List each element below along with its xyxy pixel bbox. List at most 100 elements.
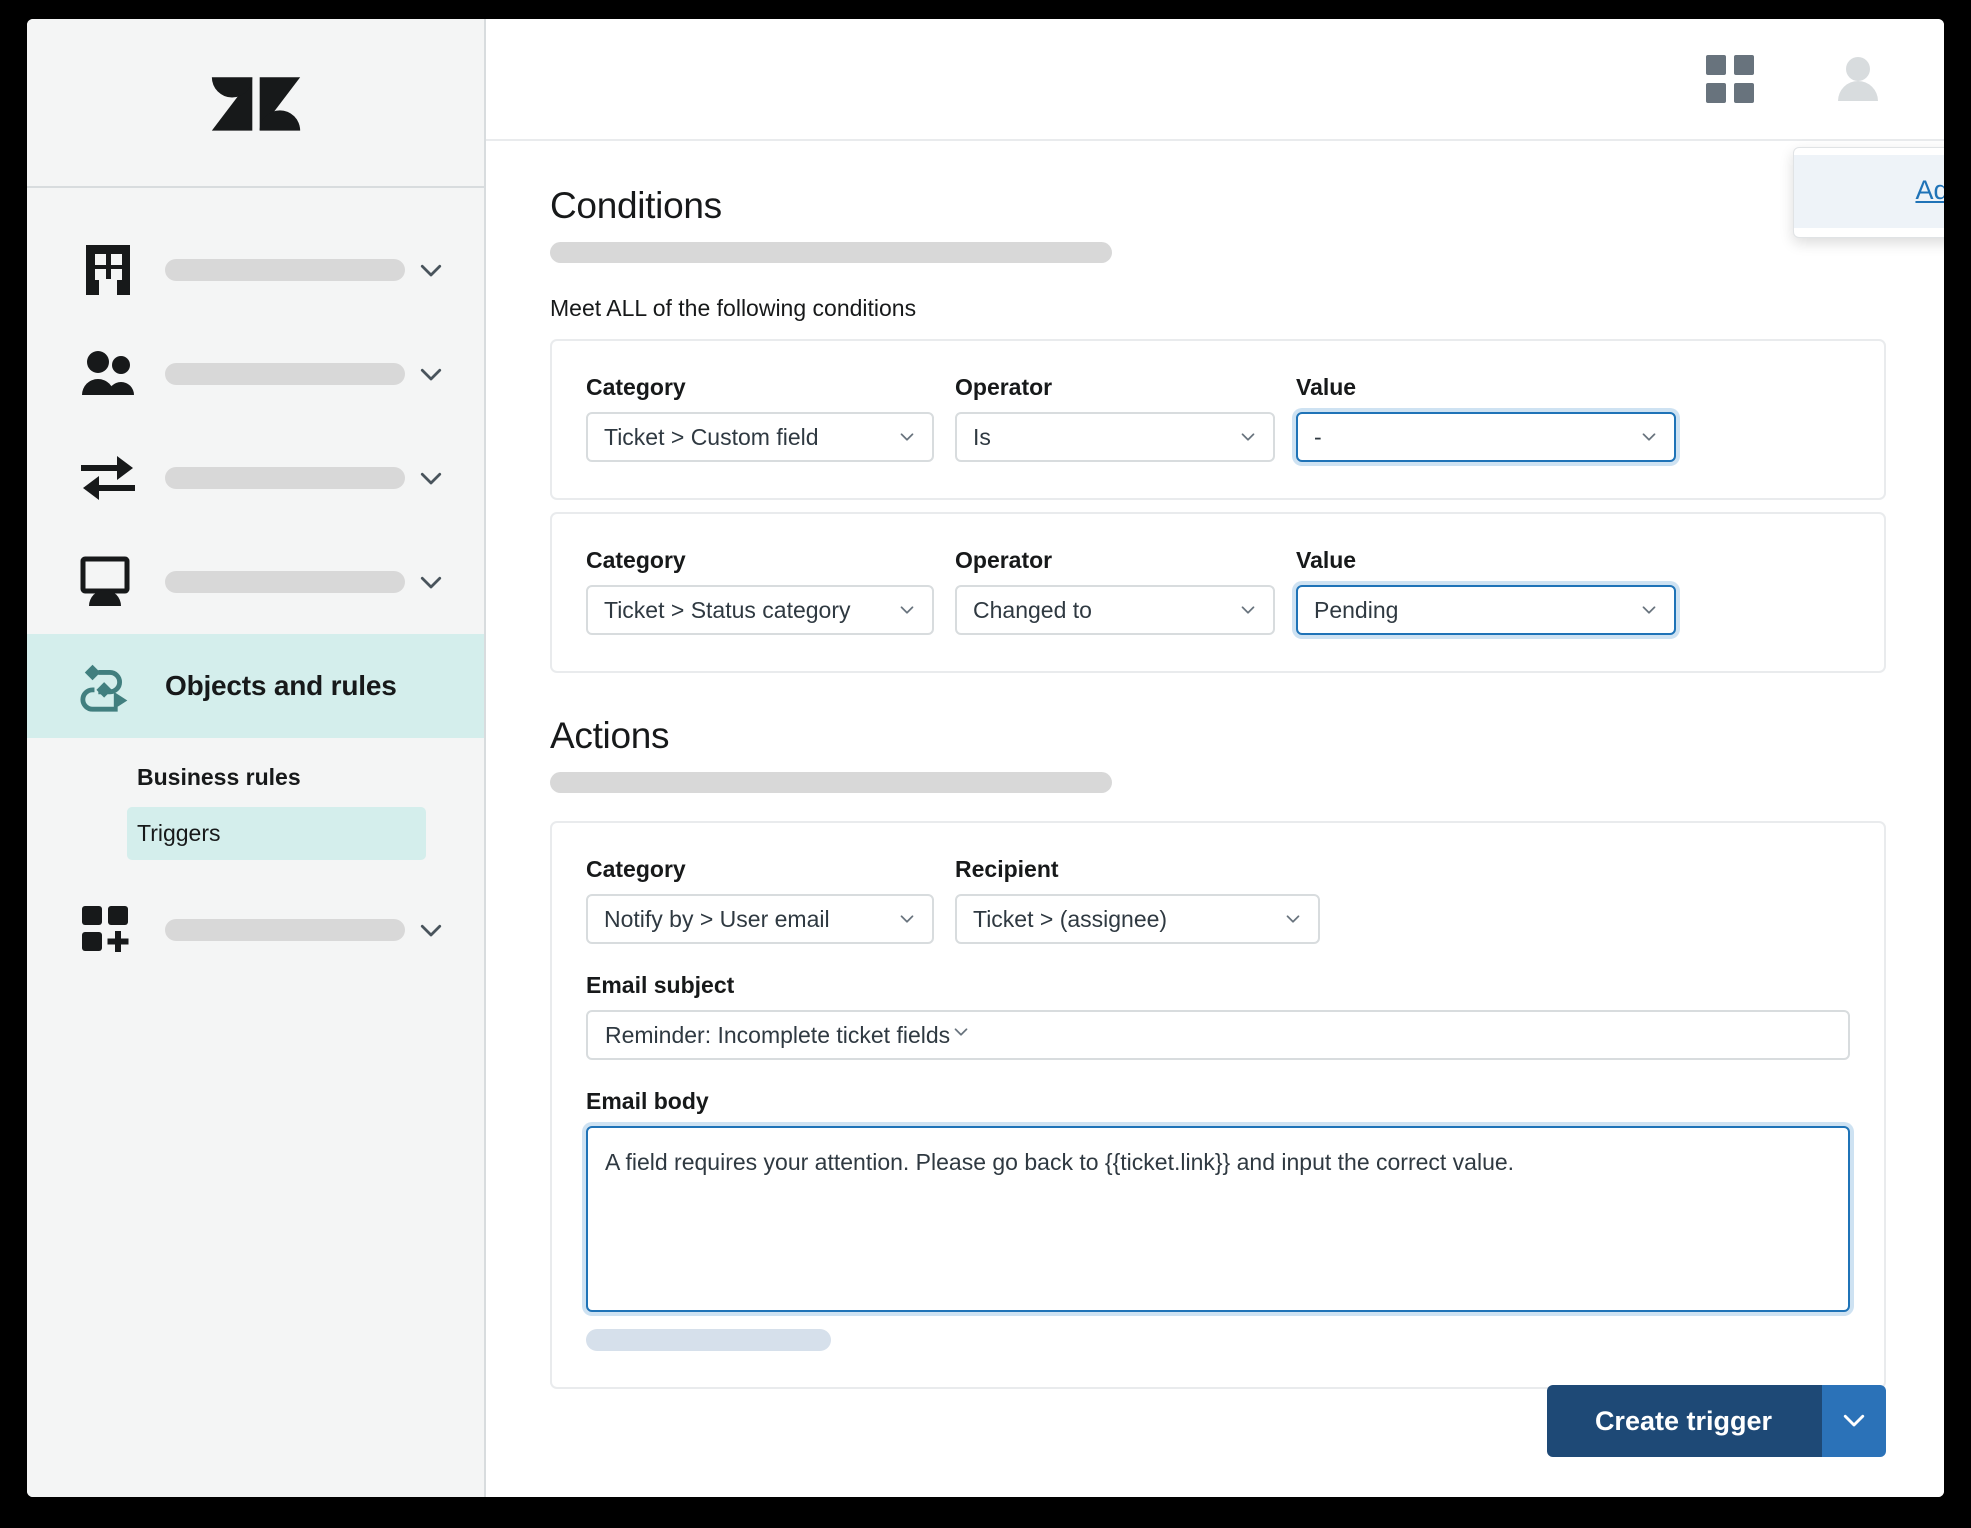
condition-1-category-select[interactable]: Ticket > Custom field: [586, 412, 934, 462]
action-recipient-label: Recipient: [955, 856, 1059, 882]
sidebar-nav: Objects and rules Business rules Trigger…: [27, 188, 484, 982]
condition-2-operator-value: Changed to: [973, 596, 1092, 623]
people-icon: [79, 345, 137, 403]
chevron-down-icon: [896, 908, 918, 930]
condition-2-value: Value Pending: [1296, 547, 1676, 635]
condition-row-1: Category Ticket > Custom field Operator …: [550, 339, 1886, 500]
condition-2-value-select[interactable]: Pending: [1296, 585, 1676, 635]
condition-1-operator-select[interactable]: Is: [955, 412, 1275, 462]
action-card: Category Notify by > User email Recipien…: [550, 821, 1886, 1389]
sidebar: Objects and rules Business rules Trigger…: [27, 19, 486, 1497]
condition-1-value-value: -: [1314, 423, 1322, 450]
actions-title: Actions: [550, 715, 670, 756]
condition-2-operator-select[interactable]: Changed to: [955, 585, 1275, 635]
sidebar-item-objects-and-rules[interactable]: Objects and rules: [27, 634, 484, 738]
sidebar-item-3[interactable]: [27, 426, 484, 530]
chevron-down-icon: [950, 1021, 972, 1049]
action-category: Category Notify by > User email: [586, 856, 934, 944]
top-bar: [486, 19, 1944, 141]
sidebar-item-6-placeholder: [165, 919, 405, 941]
email-subject-input[interactable]: Reminder: Incomplete ticket fields: [586, 1010, 1850, 1060]
apps-add-icon: [79, 901, 137, 959]
condition-2-operator: Operator Changed to: [955, 547, 1275, 635]
sidebar-item-1[interactable]: [27, 218, 484, 322]
sidebar-item-1-placeholder: [165, 259, 405, 281]
conditions-subtitle: Meet ALL of the following conditions: [550, 295, 917, 321]
user-avatar-icon[interactable]: [1830, 51, 1886, 107]
main-area: Admin Center Conditions Meet ALL of the …: [486, 19, 1944, 1497]
sidebar-subnav: Business rules Triggers: [27, 738, 484, 860]
sidebar-item-3-placeholder: [165, 467, 405, 489]
grid-apps-icon[interactable]: [1706, 55, 1754, 103]
sidebar-item-2-placeholder: [165, 363, 405, 385]
admin-center-popover-inner: Admin Center: [1794, 155, 1944, 228]
email-body-textarea[interactable]: A field requires your attention. Please …: [586, 1126, 1850, 1312]
zendesk-logo: [210, 57, 302, 149]
condition-1-operator-label: Operator: [955, 374, 1053, 400]
chevron-down-icon[interactable]: [416, 463, 446, 493]
condition-1-value-select[interactable]: -: [1296, 412, 1676, 462]
email-body-value: A field requires your attention. Please …: [605, 1149, 1515, 1175]
action-category-select[interactable]: Notify by > User email: [586, 894, 934, 944]
chevron-down-icon: [1282, 908, 1304, 930]
chevron-down-icon: [1638, 599, 1660, 621]
admin-center-link[interactable]: Admin Center: [1915, 175, 1944, 205]
arrows-exchange-icon: [79, 449, 137, 507]
condition-2-value-label: Value: [1296, 547, 1357, 573]
condition-1-value: Value -: [1296, 374, 1676, 462]
condition-1-category-label: Category: [586, 374, 686, 400]
condition-2-category-value: Ticket > Status category: [604, 596, 851, 623]
create-trigger-dropdown-button[interactable]: [1820, 1385, 1886, 1457]
condition-2-category: Category Ticket > Status category: [586, 547, 934, 635]
condition-row-2: Category Ticket > Status category Operat…: [550, 512, 1886, 673]
chevron-down-icon[interactable]: [416, 915, 446, 945]
sidebar-item-objects-and-rules-label: Objects and rules: [165, 670, 397, 701]
chevron-down-icon[interactable]: [416, 255, 446, 285]
create-trigger-button[interactable]: Create trigger: [1546, 1385, 1820, 1457]
condition-2-category-label: Category: [586, 547, 686, 573]
chevron-down-icon: [896, 599, 918, 621]
objects-rules-icon: [79, 657, 137, 715]
email-subject-block: Email subject Reminder: Incomplete ticke…: [586, 972, 1850, 1060]
condition-2-operator-label: Operator: [955, 547, 1053, 573]
condition-1-value-label: Value: [1296, 374, 1357, 400]
chevron-down-icon[interactable]: [416, 359, 446, 389]
action-category-value: Notify by > User email: [604, 905, 830, 932]
conditions-title-placeholder: [550, 242, 1112, 263]
condition-2-category-select[interactable]: Ticket > Status category: [586, 585, 934, 635]
building-icon: [79, 241, 137, 299]
condition-1-category-value: Ticket > Custom field: [604, 423, 819, 450]
content-area: Conditions Meet ALL of the following con…: [486, 141, 1944, 1497]
logo-area: [27, 19, 484, 188]
condition-1-operator: Operator Is: [955, 374, 1275, 462]
email-body-placeholder-bar: [586, 1329, 831, 1351]
chevron-down-icon: [1638, 426, 1660, 448]
monitor-icon: [79, 553, 137, 611]
sidebar-item-4-placeholder: [165, 571, 405, 593]
footer-actions: Create trigger: [1546, 1385, 1886, 1457]
condition-1-category: Category Ticket > Custom field: [586, 374, 934, 462]
sidebar-item-4[interactable]: [27, 530, 484, 634]
chevron-down-icon: [1237, 426, 1259, 448]
email-subject-label: Email subject: [586, 972, 735, 998]
action-recipient: Recipient Ticket > (assignee): [955, 856, 1320, 944]
admin-center-popover: Admin Center: [1793, 147, 1944, 238]
email-subject-value: Reminder: Incomplete ticket fields: [605, 1021, 951, 1048]
condition-1-operator-value: Is: [973, 423, 991, 450]
app-window: Objects and rules Business rules Trigger…: [27, 19, 1944, 1497]
chevron-down-icon: [1839, 1405, 1869, 1438]
email-body-block: Email body A field requires your attenti…: [586, 1088, 1850, 1351]
action-recipient-select[interactable]: Ticket > (assignee): [955, 894, 1320, 944]
conditions-title: Conditions: [550, 185, 722, 226]
chevron-down-icon[interactable]: [416, 567, 446, 597]
subnav-group-business-rules: Business rules: [137, 764, 301, 790]
action-category-label: Category: [586, 856, 686, 882]
chevron-down-icon: [1237, 599, 1259, 621]
condition-2-value-value: Pending: [1314, 596, 1399, 623]
subnav-item-triggers[interactable]: Triggers: [127, 807, 426, 860]
actions-title-placeholder: [550, 772, 1112, 793]
sidebar-item-6[interactable]: [27, 878, 484, 982]
chevron-down-icon: [896, 426, 918, 448]
sidebar-item-2[interactable]: [27, 322, 484, 426]
action-recipient-value: Ticket > (assignee): [973, 905, 1168, 932]
